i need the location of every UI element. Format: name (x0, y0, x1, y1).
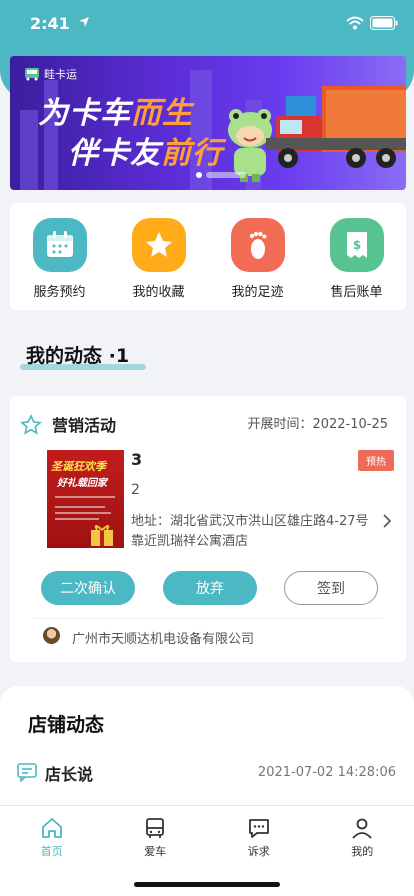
slogan-text: 为卡车 (38, 96, 131, 131)
my-activity-heading: 我的动态 ·1 (20, 341, 146, 370)
status-bar: 2:41 (0, 0, 414, 48)
chevron-right-icon[interactable] (382, 514, 392, 528)
location-arrow-icon (79, 17, 89, 27)
company-name: 广州市天顺达机电设备有限公司 (72, 632, 255, 647)
banner-logo: 畦卡运 (24, 66, 77, 82)
banner-slogan-line-2: 伴卡友前行 (68, 128, 223, 172)
tab-label: 爱车 (144, 845, 167, 858)
banner-pagination (196, 172, 246, 178)
chat-icon (248, 819, 269, 838)
star-outline-icon (20, 414, 42, 435)
svg-text:$: $ (352, 238, 360, 252)
quick-item-label: 我的足迹 (231, 285, 284, 300)
status-badge: 预热 (358, 450, 394, 471)
quick-item-label: 服务预约 (33, 285, 86, 300)
poster-text: 圣诞狂欢季 (51, 460, 106, 473)
battery-icon (370, 16, 398, 30)
home-indicator (134, 882, 280, 887)
banner-logo-text: 畦卡运 (44, 68, 77, 81)
bus-logo-icon (25, 68, 39, 81)
activity-date: 开展时间：2022-10-25 (247, 417, 388, 432)
home-icon (41, 818, 62, 838)
activity-subtitle: 2 (131, 482, 140, 498)
footprint-icon (230, 218, 285, 272)
quick-menu: 服务预约 我的收藏 我的足迹 $ 售后账单 (10, 203, 406, 310)
tab-label: 首页 (40, 845, 63, 858)
promo-banner[interactable]: 畦卡运 为卡车而生 伴卡友前行 (10, 56, 406, 190)
profile-icon (352, 818, 372, 839)
calendar-icon (32, 218, 87, 272)
poster-line (55, 506, 105, 508)
divider (34, 618, 382, 619)
tab-profile[interactable]: 我的 (311, 806, 414, 896)
banner-slogan-line-1: 为卡车而生 (38, 88, 193, 132)
slogan-text: 伴卡友 (68, 136, 161, 171)
quick-item-service-booking[interactable]: 服务预约 (10, 203, 109, 310)
star-icon (131, 218, 186, 272)
activity-address: 地址：湖北省武汉市洪山区雄庄路4-27号靠近凯瑞祥公寓酒店 (131, 514, 369, 549)
company-avatar (43, 627, 60, 644)
quick-item-after-sales-bill[interactable]: $ 售后账单 (307, 203, 406, 310)
activity-card[interactable]: 营销活动 开展时间：2022-10-25 圣诞狂欢季 好礼载回家 3 2 预热 … (10, 396, 406, 662)
store-updates-heading: 店铺动态 (22, 710, 120, 739)
message-icon (17, 763, 37, 782)
quick-item-footprints[interactable]: 我的足迹 (208, 203, 307, 310)
confirm-again-button[interactable]: 二次确认 (41, 571, 135, 605)
check-in-button[interactable]: 签到 (284, 571, 378, 605)
activity-type: 营销活动 (52, 416, 117, 435)
gift-icon (91, 525, 113, 546)
status-time: 2:41 (30, 14, 70, 33)
pagination-dot-active (196, 172, 202, 178)
abandon-button[interactable]: 放弃 (163, 571, 257, 605)
truck-illustration (266, 86, 406, 168)
activity-poster-image: 圣诞狂欢季 好礼载回家 (47, 450, 124, 548)
quick-item-label: 售后账单 (330, 285, 383, 300)
poster-line (55, 512, 111, 514)
tab-label: 诉求 (247, 845, 270, 858)
poster-text: 好礼载回家 (57, 478, 107, 489)
poster-line (55, 496, 115, 498)
activity-name: 3 (131, 450, 143, 469)
heading-text: 我的动态 ·1 (26, 345, 130, 367)
store-post-title[interactable]: 店长说 (45, 761, 93, 785)
bill-icon: $ (329, 218, 384, 272)
store-post-time: 2021-07-02 14:28:06 (257, 765, 396, 780)
bus-icon (146, 818, 165, 838)
quick-item-favorites[interactable]: 我的收藏 (109, 203, 208, 310)
slogan-highlight: 前行 (161, 136, 223, 171)
slogan-highlight: 而生 (131, 96, 193, 131)
quick-item-label: 我的收藏 (132, 285, 185, 300)
city-skyline (20, 110, 38, 190)
tab-home[interactable]: 首页 (0, 806, 104, 896)
pagination-dot (206, 172, 246, 178)
store-updates-section: 店铺动态 店长说 2021-07-02 14:28:06 (0, 686, 414, 816)
heading-text: 店铺动态 (28, 714, 105, 736)
poster-line (55, 518, 99, 520)
tab-label: 我的 (351, 845, 374, 858)
wifi-icon (346, 16, 364, 30)
